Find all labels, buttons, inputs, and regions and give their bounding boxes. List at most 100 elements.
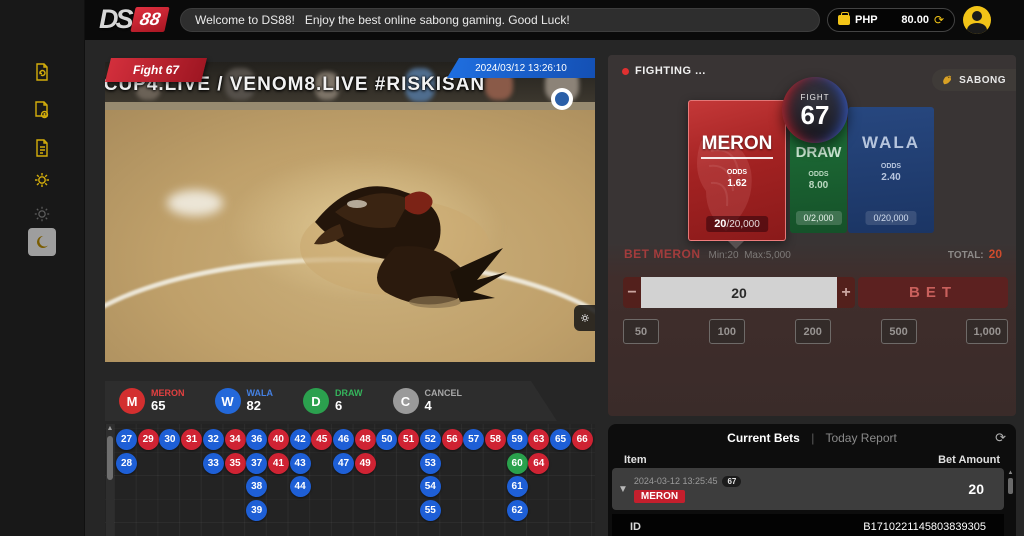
decrease-bet-button[interactable]: − bbox=[623, 277, 641, 308]
balance-refresh-icon[interactable]: ⟳ bbox=[934, 14, 944, 26]
light-mode-sun-icon[interactable] bbox=[28, 200, 56, 228]
stat-count: 4 bbox=[425, 399, 463, 413]
bets-tabs: Current Bets | Today Report bbox=[608, 431, 1016, 445]
settings-gear-icon[interactable] bbox=[28, 166, 56, 194]
ds88-logo[interactable]: DS 88 bbox=[99, 4, 167, 35]
result-circle-48: 48 bbox=[355, 429, 376, 450]
result-circle-45: 45 bbox=[311, 429, 332, 450]
result-circle-64: 64 bbox=[528, 453, 549, 474]
bet-records-icon[interactable] bbox=[28, 96, 56, 124]
meron-underline bbox=[701, 157, 773, 159]
meron-title: MERON bbox=[702, 133, 773, 155]
tab-today-report[interactable]: Today Report bbox=[825, 431, 896, 445]
wallet-balance[interactable]: PHP 80.00 ⟳ bbox=[827, 8, 955, 32]
wala-title: WALA bbox=[862, 133, 920, 153]
current-bets-panel: Current Bets | Today Report ⟳ Item Bet A… bbox=[608, 424, 1016, 536]
wallet-amount: 80.00 bbox=[901, 14, 929, 26]
wallet-icon bbox=[838, 15, 850, 25]
result-circle-57: 57 bbox=[463, 429, 484, 450]
wala-circle-icon: W bbox=[215, 388, 241, 414]
status-text: FIGHTING ... bbox=[635, 65, 706, 77]
increase-bet-button[interactable]: + bbox=[837, 277, 855, 308]
quick-amount-100-button[interactable]: 100 bbox=[709, 319, 745, 344]
dark-mode-moon-icon[interactable] bbox=[28, 228, 56, 256]
result-circle-54: 54 bbox=[420, 476, 441, 497]
wala-odds-value: 2.40 bbox=[881, 172, 900, 183]
video-timestamp-text: 2024/03/12 13:26:10 bbox=[475, 63, 567, 74]
grid-scroll-thumb[interactable] bbox=[107, 436, 113, 480]
tab-current-bets[interactable]: Current Bets bbox=[727, 431, 800, 445]
result-circle-43: 43 bbox=[290, 453, 311, 474]
avatar-head bbox=[972, 11, 982, 21]
stats-bar: MMERON65WWALA82DDRAW6CCANCEL4 bbox=[105, 381, 557, 421]
stat-item-wala: WWALA82 bbox=[215, 388, 274, 414]
total-label: TOTAL: bbox=[948, 250, 984, 261]
results-grid-canvas: 2728293031323334353637383940414243444546… bbox=[116, 429, 594, 536]
bets-scroll-thumb[interactable] bbox=[1008, 478, 1013, 494]
video-settings-tab[interactable] bbox=[574, 305, 595, 331]
bet-min-max: Min:20 Max:5,000 bbox=[709, 250, 791, 261]
bet-max: Max:5,000 bbox=[744, 250, 791, 261]
bet-row[interactable]: ▼ 2024-03-12 13:25:45 67 MERON 20 bbox=[612, 468, 1004, 510]
stream-logo-badge bbox=[551, 88, 573, 110]
bet-min: Min:20 bbox=[709, 250, 739, 261]
result-circle-63: 63 bbox=[528, 429, 549, 450]
meron-pool: 20/20,000 bbox=[706, 216, 768, 232]
bet-info-row: BET MERON Min:20 Max:5,000 TOTAL: 20 bbox=[624, 247, 1002, 261]
avatar-body bbox=[967, 23, 987, 34]
user-avatar[interactable] bbox=[963, 6, 991, 34]
bet-amount-stepper: − + bbox=[623, 277, 855, 308]
wala-bet-card[interactable]: WALA ODDS 2.40 0/20,000 bbox=[848, 107, 934, 233]
result-circle-52: 52 bbox=[420, 429, 441, 450]
sidebar bbox=[0, 0, 85, 536]
grid-scrollbar[interactable]: ▲ bbox=[106, 424, 114, 536]
announcement-text: Welcome to DS88! Enjoy the best online s… bbox=[195, 13, 570, 27]
result-circle-65: 65 bbox=[550, 429, 571, 450]
result-circle-56: 56 bbox=[442, 429, 463, 450]
meron-pool-cap: /20,000 bbox=[726, 219, 759, 230]
wala-odds-label: ODDS bbox=[881, 163, 901, 170]
bet-amount-input[interactable] bbox=[641, 277, 837, 308]
grid-scroll-up-icon[interactable]: ▲ bbox=[106, 424, 114, 434]
result-circle-29: 29 bbox=[138, 429, 159, 450]
fight-circle-number: 67 bbox=[801, 102, 830, 128]
stat-item-cancel: CCANCEL4 bbox=[393, 388, 463, 414]
bet-id-label: ID bbox=[630, 521, 641, 533]
cancel-circle-icon: C bbox=[393, 388, 419, 414]
result-circle-27: 27 bbox=[116, 429, 137, 450]
quick-amount-50-button[interactable]: 50 bbox=[623, 319, 659, 344]
quick-amount-200-button[interactable]: 200 bbox=[795, 319, 831, 344]
bet-time: 2024-03-12 13:25:45 bbox=[634, 476, 718, 486]
result-circle-61: 61 bbox=[507, 476, 528, 497]
draw-pool: 0/2,000 bbox=[795, 211, 841, 225]
bets-refresh-icon[interactable]: ⟳ bbox=[995, 430, 1006, 446]
result-circle-59: 59 bbox=[507, 429, 528, 450]
topbar: DS 88 Welcome to DS88! Enjoy the best on… bbox=[85, 0, 1024, 40]
sabong-game-chip[interactable]: SABONG bbox=[932, 69, 1016, 91]
results-history-grid: ▲ 27282930313233343536373839404142434445… bbox=[105, 424, 595, 536]
result-circle-33: 33 bbox=[203, 453, 224, 474]
result-circle-28: 28 bbox=[116, 453, 137, 474]
white-feathers-blur bbox=[167, 190, 223, 216]
fight-number-circle: FIGHT 67 bbox=[782, 77, 848, 143]
result-circle-62: 62 bbox=[507, 500, 528, 521]
live-video-player[interactable]: UCUP4.LIVE / VENOM8.LIVE #RISKISAN bbox=[105, 62, 595, 362]
result-circle-58: 58 bbox=[485, 429, 506, 450]
place-bet-button[interactable]: BET bbox=[858, 277, 1008, 308]
quick-amount-500-button[interactable]: 500 bbox=[881, 319, 917, 344]
logo-ds-text: DS bbox=[99, 4, 131, 35]
quick-amount-1000-button[interactable]: 1,000 bbox=[966, 319, 1008, 344]
report-icon[interactable] bbox=[28, 134, 56, 162]
announcement-marquee: Welcome to DS88! Enjoy the best online s… bbox=[180, 8, 820, 32]
bets-scroll-up-icon[interactable]: ▲ bbox=[1007, 470, 1014, 476]
result-circle-32: 32 bbox=[203, 429, 224, 450]
result-circle-42: 42 bbox=[290, 429, 311, 450]
video-replay-icon[interactable] bbox=[28, 58, 56, 86]
fight-number-badge: Fight 67 bbox=[105, 58, 207, 82]
bets-scrollbar[interactable]: ▲ bbox=[1007, 470, 1014, 530]
meron-odds-label: ODDS bbox=[727, 169, 747, 176]
result-circle-51: 51 bbox=[398, 429, 419, 450]
meron-bet-card[interactable]: MERON ODDS 1.62 20/20,000 bbox=[688, 100, 786, 241]
chevron-down-icon[interactable]: ▼ bbox=[618, 484, 628, 495]
stat-count: 65 bbox=[151, 399, 185, 413]
